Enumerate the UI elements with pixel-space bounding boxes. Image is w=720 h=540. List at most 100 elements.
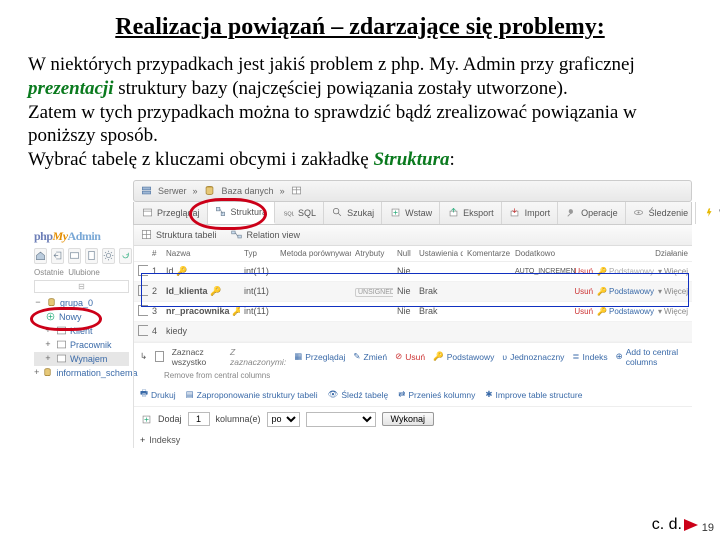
action-more[interactable]: ▾ Więcej	[658, 287, 688, 296]
th-comments[interactable]: Komentarze	[463, 246, 511, 262]
action-drop[interactable]: ⊘ Usuń	[575, 287, 593, 296]
tab-sql[interactable]: SQLSQL	[275, 202, 324, 224]
bulk-primary[interactable]: 🔑 Podstawowy	[433, 351, 494, 362]
tab-track-label: Śledzenie	[649, 208, 689, 218]
tab-ops[interactable]: Operacje	[558, 202, 626, 224]
action-primary[interactable]: 🔑 Podstawowy	[597, 267, 654, 276]
table-row: 4 kiedy	[134, 321, 692, 341]
tab-import[interactable]: Import	[502, 202, 559, 224]
logout-icon[interactable]	[51, 248, 64, 264]
tab-insert[interactable]: Wstaw	[382, 202, 440, 224]
row-checkbox[interactable]	[138, 305, 148, 316]
cell-num: 1	[148, 261, 162, 281]
tab-browse[interactable]: Przeglądaj	[134, 202, 208, 224]
row-checkbox[interactable]	[138, 325, 148, 336]
gear-icon[interactable]	[102, 248, 115, 264]
sb-item-label: Wynajem	[70, 354, 107, 364]
th-default[interactable]: Ustawienia domyślne	[415, 246, 463, 262]
bulk-add-central[interactable]: ⊕ Add to central columns	[616, 347, 686, 367]
cell-type: int(11)	[240, 301, 276, 321]
sb-fav[interactable]: Ulubione	[68, 268, 100, 277]
sb-item-label: information_schema	[56, 368, 137, 378]
sb-recent[interactable]: Ostatnie	[34, 268, 64, 277]
bulk-index[interactable]: ≣ Indeks	[572, 351, 607, 362]
sidebar-item-wynajem[interactable]: +Wynajem	[34, 352, 129, 366]
sidebar-item-db[interactable]: −grupa_0	[34, 296, 129, 310]
bc-db[interactable]: Baza danych	[222, 186, 274, 196]
bulk-unique[interactable]: υ Jednoznaczny	[502, 352, 564, 362]
add-go-button[interactable]: Wykonaj	[382, 412, 434, 426]
action-drop[interactable]: ⊘ Usuń	[575, 307, 593, 316]
action-drop[interactable]: ⊘ Usuń	[575, 267, 593, 276]
subtab-table-structure[interactable]: Struktura tabeli	[140, 229, 217, 241]
tool-track[interactable]: 👁 Śledź tabelę	[328, 389, 389, 400]
sidebar-item-infoschema[interactable]: +information_schema	[34, 366, 129, 380]
th-name[interactable]: Nazwa	[162, 246, 240, 262]
trigger-icon	[703, 207, 715, 219]
tool-propose[interactable]: ▤ Zaproponowanie struktury tabeli	[186, 389, 318, 400]
para1b: struktury bazy (najczęściej powiązania z…	[114, 78, 568, 99]
cell-attrs: UNSIGNED	[355, 288, 393, 297]
action-more[interactable]: ▾ Więcej	[658, 307, 688, 316]
search-icon	[331, 207, 343, 219]
cell-num: 2	[148, 281, 162, 301]
tab-structure[interactable]: Struktura	[208, 202, 276, 224]
action-primary[interactable]: 🔑 Podstawowy	[597, 287, 654, 296]
th-collation[interactable]: Metoda porównywania napisów	[276, 246, 351, 262]
grid-icon	[140, 229, 152, 241]
tab-triggers[interactable]: Wyzwalacze	[696, 202, 720, 224]
row-checkbox[interactable]	[138, 265, 148, 276]
bulk-browse[interactable]: ▦ Przeglądaj	[294, 351, 345, 362]
th-action[interactable]: Działanie	[575, 246, 692, 262]
tool-improve[interactable]: ✱ Improve table structure	[485, 389, 582, 400]
check-all[interactable]	[155, 351, 164, 362]
reload-icon[interactable]	[119, 248, 132, 264]
bulk-change[interactable]: ✎ Zmień	[353, 351, 387, 362]
tab-browse-label: Przeglądaj	[157, 208, 200, 218]
check-all-label[interactable]: Zaznacz wszystko	[172, 347, 222, 367]
para3b: :	[450, 149, 455, 170]
th-attrs[interactable]: Atrybuty	[351, 246, 393, 262]
th-null[interactable]: Null	[393, 246, 415, 262]
cell-num: 4	[148, 321, 162, 341]
bulk-remove-central[interactable]: Remove from central columns	[164, 371, 270, 380]
tool-print[interactable]: 🖶 Drukuj	[140, 388, 176, 402]
sidebar-item-klient[interactable]: +Klient	[34, 324, 129, 338]
tab-search[interactable]: Szukaj	[324, 202, 382, 224]
docs-icon[interactable]	[85, 248, 98, 264]
subtab-relation-view[interactable]: Relation view	[231, 229, 301, 241]
cell-null: Nie	[393, 281, 415, 301]
add-after-column-select[interactable]	[306, 412, 376, 427]
add-label: Dodaj	[158, 414, 182, 424]
tool-move[interactable]: ⇄ Przenieś kolumny	[398, 389, 475, 400]
indexes-label: Indeksy	[149, 435, 180, 445]
home-icon[interactable]	[34, 248, 47, 264]
add-position-select[interactable]: po	[267, 412, 300, 427]
th-extra[interactable]: Dodatkowo	[511, 246, 575, 262]
bulk-actions-row2: Remove from central columns	[134, 371, 692, 384]
subtab-label: Relation view	[247, 230, 301, 240]
sb-item-label: Pracownik	[70, 340, 112, 350]
indexes-section[interactable]: +Indeksy	[134, 432, 692, 448]
para2: Zatem w tych przypadkach można to sprawd…	[28, 102, 637, 147]
action-more[interactable]: ▾ Więcej	[658, 267, 688, 276]
import-icon	[509, 207, 521, 219]
sb-item-label: grupa_0	[60, 298, 93, 308]
tab-track[interactable]: Śledzenie	[626, 202, 697, 224]
bc-server[interactable]: Serwer	[158, 186, 187, 196]
sb-collapse-icon[interactable]: ⊟	[34, 280, 129, 293]
sidebar-item-pracownik[interactable]: +Pracownik	[34, 338, 129, 352]
sidebar-toolbar	[34, 248, 129, 264]
cell-name: nr_pracownika 🔑	[162, 301, 240, 321]
cell-null: Nie	[393, 261, 415, 281]
action-primary[interactable]: 🔑 Podstawowy	[597, 307, 654, 316]
th-num[interactable]: #	[148, 246, 162, 262]
bulk-drop[interactable]: ⊘ Usuń	[395, 351, 425, 362]
tab-insert-label: Wstaw	[405, 208, 432, 218]
row-checkbox[interactable]	[138, 285, 148, 296]
add-count-input[interactable]	[188, 412, 210, 426]
sidebar-item-new[interactable]: Nowy	[34, 310, 129, 324]
th-type[interactable]: Typ	[240, 246, 276, 262]
sql-icon-sb[interactable]	[68, 248, 81, 264]
tab-export[interactable]: Eksport	[440, 202, 502, 224]
